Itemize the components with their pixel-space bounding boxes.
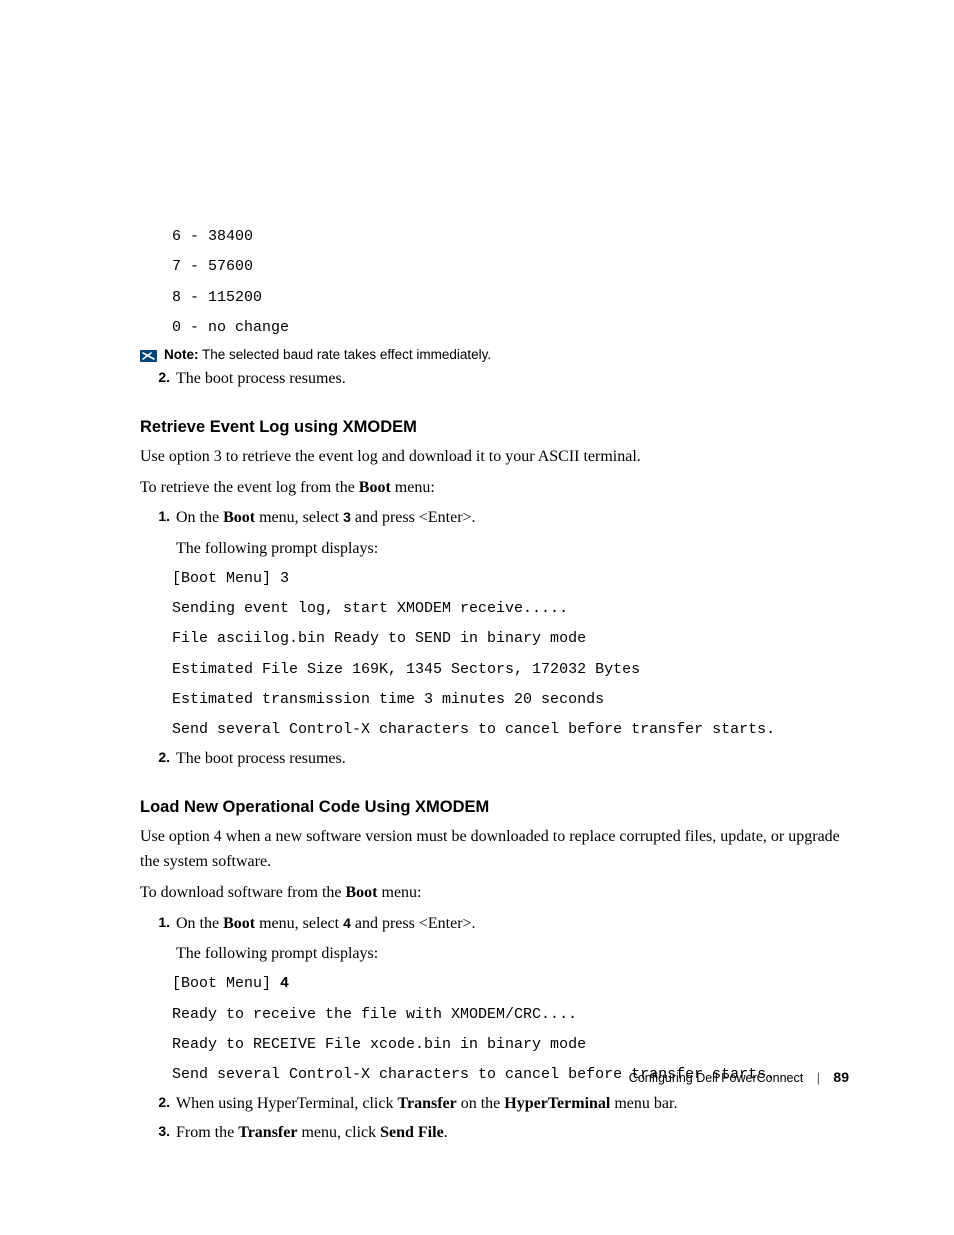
bold-run: Boot xyxy=(346,884,378,901)
text-run: On the xyxy=(176,915,223,932)
text-run: and press <Enter>. xyxy=(351,509,476,526)
list-body: On the Boot menu, select 4 and press <En… xyxy=(176,912,849,968)
baud-option: 8 - 115200 xyxy=(172,285,849,311)
text-run: menu bar. xyxy=(610,1095,677,1112)
page-footer: Configuring Dell PowerConnect | 89 xyxy=(629,1069,849,1085)
page-number: 89 xyxy=(833,1069,849,1085)
list-item: 2. The boot process resumes. xyxy=(140,747,849,772)
list-number: 1. xyxy=(140,912,176,968)
list-body: From the Transfer menu, click Send File. xyxy=(176,1121,849,1146)
text-run: To retrieve the event log from the xyxy=(140,479,359,496)
terminal-line: Send several Control-X characters to can… xyxy=(172,717,849,743)
text-run: menu, select xyxy=(255,509,343,526)
text-run: menu, click xyxy=(297,1124,380,1141)
text-run: From the xyxy=(176,1124,238,1141)
note-row: Note: The selected baud rate takes effec… xyxy=(140,347,849,363)
text-run: [Boot Menu] xyxy=(172,975,280,992)
section-heading: Load New Operational Code Using XMODEM xyxy=(140,798,849,817)
bold-run: 4 xyxy=(280,975,289,992)
bold-run: 3 xyxy=(343,509,351,525)
bold-run: Transfer xyxy=(238,1124,297,1141)
paragraph: Use option 3 to retrieve the event log a… xyxy=(140,445,849,470)
paragraph: Use option 4 when a new software version… xyxy=(140,825,849,875)
note-text: Note: The selected baud rate takes effec… xyxy=(164,347,491,362)
text-run: on the xyxy=(457,1095,505,1112)
bold-run: 4 xyxy=(343,915,351,931)
list-item: 1. On the Boot menu, select 4 and press … xyxy=(140,912,849,968)
bold-run: Boot xyxy=(359,479,391,496)
baud-option: 0 - no change xyxy=(172,315,849,341)
section-heading: Retrieve Event Log using XMODEM xyxy=(140,418,849,437)
list-body: When using HyperTerminal, click Transfer… xyxy=(176,1092,849,1117)
sub-paragraph: The following prompt displays: xyxy=(176,942,849,967)
list-item: 2. When using HyperTerminal, click Trans… xyxy=(140,1092,849,1117)
list-number: 2. xyxy=(140,747,176,772)
list-number: 2. xyxy=(140,367,176,392)
list-item: 1. On the Boot menu, select 3 and press … xyxy=(140,506,849,562)
bold-run: Boot xyxy=(223,509,255,526)
terminal-line: Estimated File Size 169K, 1345 Sectors, … xyxy=(172,657,849,683)
baud-option: 6 - 38400 xyxy=(172,224,849,250)
terminal-line: [Boot Menu] 4 xyxy=(172,971,849,997)
footer-title: Configuring Dell PowerConnect xyxy=(629,1071,803,1085)
paragraph: To download software from the Boot menu: xyxy=(140,881,849,906)
text-run: menu: xyxy=(391,479,435,496)
text-run: and press <Enter>. xyxy=(351,915,476,932)
terminal-line: Sending event log, start XMODEM receive.… xyxy=(172,596,849,622)
paragraph: To retrieve the event log from the Boot … xyxy=(140,476,849,501)
baud-option: 7 - 57600 xyxy=(172,254,849,280)
text-run: menu, select xyxy=(255,915,343,932)
terminal-line: Estimated transmission time 3 minutes 20… xyxy=(172,687,849,713)
text-run: menu: xyxy=(378,884,422,901)
bold-run: Transfer xyxy=(397,1095,456,1112)
bold-run: HyperTerminal xyxy=(504,1095,610,1112)
terminal-line: [Boot Menu] 3 xyxy=(172,566,849,592)
bold-run: Send File xyxy=(380,1124,444,1141)
text-run: . xyxy=(444,1124,448,1141)
list-number: 1. xyxy=(140,506,176,562)
terminal-line: Ready to RECEIVE File xcode.bin in binar… xyxy=(172,1032,849,1058)
list-item: 2. The boot process resumes. xyxy=(140,367,849,392)
document-page: 6 - 38400 7 - 57600 8 - 115200 0 - no ch… xyxy=(0,0,954,1210)
list-number: 3. xyxy=(140,1121,176,1146)
list-number: 2. xyxy=(140,1092,176,1117)
list-body: On the Boot menu, select 3 and press <En… xyxy=(176,506,849,562)
text-run: When using HyperTerminal, click xyxy=(176,1095,397,1112)
bold-run: Boot xyxy=(223,915,255,932)
text-run: To download software from the xyxy=(140,884,346,901)
note-label: Note: xyxy=(164,347,199,362)
list-item: 3. From the Transfer menu, click Send Fi… xyxy=(140,1121,849,1146)
terminal-line: Ready to receive the file with XMODEM/CR… xyxy=(172,1002,849,1028)
note-icon xyxy=(140,349,158,363)
sub-paragraph: The following prompt displays: xyxy=(176,537,849,562)
text-run: On the xyxy=(176,509,223,526)
footer-separator: | xyxy=(817,1071,820,1085)
list-body: The boot process resumes. xyxy=(176,747,849,772)
note-body: The selected baud rate takes effect imme… xyxy=(202,347,491,362)
list-body: The boot process resumes. xyxy=(176,367,849,392)
terminal-line: File asciilog.bin Ready to SEND in binar… xyxy=(172,626,849,652)
